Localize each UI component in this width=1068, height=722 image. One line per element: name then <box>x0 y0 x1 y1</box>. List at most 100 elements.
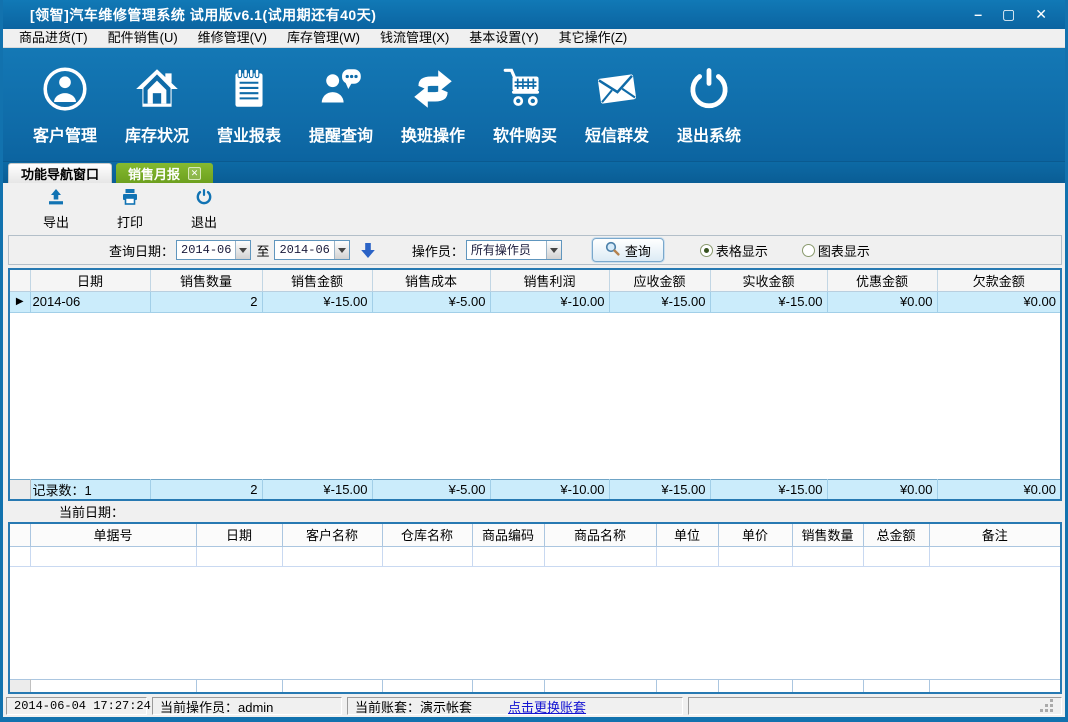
menu-item-parts-sales[interactable]: 配件销售(U) <box>98 29 188 47</box>
status-current-operator: 当前操作员：admin <box>152 697 342 715</box>
chevron-down-icon[interactable] <box>545 241 561 259</box>
status-account-panel: 当前账套：演示帐套 点击更换账套 <box>347 697 683 715</box>
toolbar-shift-change[interactable]: 换班操作 <box>387 58 479 146</box>
toolbar-sms-broadcast[interactable]: 短信群发 <box>571 58 663 146</box>
chevron-down-icon[interactable] <box>333 241 349 259</box>
export-icon <box>46 188 66 211</box>
maximize-icon[interactable]: ▢ <box>1002 0 1015 29</box>
column-header[interactable]: 总金额 <box>863 524 930 547</box>
window-controls: – ▢ ✕ <box>974 0 1065 29</box>
search-button[interactable]: 查询 <box>591 238 664 262</box>
tab-sales-monthly-report[interactable]: 销售月报 ✕ <box>116 163 214 183</box>
display-mode-group: 表格显示 图表显示 <box>699 241 870 260</box>
detail-table-header: 单据号 日期 客户名称 仓库名称 商品编码 商品名称 单位 单价 销售数量 总金… <box>10 524 1060 567</box>
column-header[interactable]: 销售数量 <box>792 524 864 547</box>
column-header[interactable]: 商品名称 <box>544 524 657 547</box>
header-marker-cell <box>10 270 31 292</box>
monthly-table-header: 日期 销售数量 销售金额 销售成本 销售利润 应收金额 实收金额 优惠金额 欠款… <box>10 270 1060 313</box>
column-header[interactable]: 应收金额 <box>609 270 711 292</box>
print-button[interactable]: 打印 <box>113 188 147 231</box>
current-date-bar: 当前日期： <box>3 501 1065 522</box>
sync-arrows-icon <box>408 58 458 120</box>
operator-label: 操作员： <box>411 243 464 259</box>
column-header[interactable]: 销售数量 <box>150 270 263 292</box>
exit-button[interactable]: 退出 <box>187 188 221 231</box>
switch-account-link[interactable]: 点击更换账套 <box>508 697 586 716</box>
menu-bar: 商品进货(T) 配件销售(U) 维修管理(V) 库存管理(W) 钱流管理(X) … <box>3 29 1065 48</box>
radio-unselected-icon <box>801 243 815 257</box>
title-bar: [领智]汽车维修管理系统 试用版v6.1(试用期还有40天) – ▢ ✕ <box>3 0 1065 29</box>
menu-item-goods-purchase[interactable]: 商品进货(T) <box>9 29 98 47</box>
toolbar-inventory-status[interactable]: 库存状况 <box>111 58 203 146</box>
column-header[interactable]: 销售金额 <box>262 270 373 292</box>
report-toolbar: 导出 打印 退出 <box>3 183 1065 235</box>
column-header[interactable]: 备注 <box>929 524 1060 547</box>
detail-table: 单据号 日期 客户名称 仓库名称 商品编码 商品名称 单位 单价 销售数量 总金… <box>8 522 1062 694</box>
blue-down-arrow-icon[interactable] <box>360 242 376 259</box>
minimize-icon[interactable]: – <box>974 0 982 29</box>
power-icon <box>684 58 734 120</box>
footer-row <box>10 678 1060 692</box>
current-date-label: 当前日期： <box>59 505 125 520</box>
print-icon <box>120 188 140 211</box>
column-header[interactable]: 商品编码 <box>472 524 545 547</box>
table-empty-area <box>10 566 1060 679</box>
column-header[interactable]: 日期 <box>196 524 283 547</box>
status-current-account: 当前账套：演示帐套 <box>355 699 473 715</box>
empty-row <box>10 546 1060 567</box>
menu-item-other-ops[interactable]: 其它操作(Z) <box>549 29 638 47</box>
column-header[interactable]: 单位 <box>656 524 719 547</box>
column-header[interactable]: 客户名称 <box>282 524 383 547</box>
tab-close-icon[interactable]: ✕ <box>188 166 202 180</box>
menu-item-basic-settings[interactable]: 基本设置(Y) <box>459 29 548 47</box>
radio-chart-display[interactable]: 图表显示 <box>801 241 870 260</box>
tab-function-navigation[interactable]: 功能导航窗口 <box>8 163 113 183</box>
date-from-select[interactable]: 2014-06 <box>176 240 252 260</box>
tab-strip: 功能导航窗口 销售月报 ✕ <box>3 162 1065 183</box>
home-icon <box>132 58 182 120</box>
app-window: [领智]汽车维修管理系统 试用版v6.1(试用期还有40天) – ▢ ✕ 商品进… <box>0 0 1068 722</box>
column-header[interactable]: 单据号 <box>30 524 197 547</box>
resize-grip[interactable] <box>1041 700 1053 712</box>
menu-item-repair-mgmt[interactable]: 维修管理(V) <box>188 29 277 47</box>
column-header[interactable]: 实收金额 <box>710 270 828 292</box>
column-header[interactable]: 日期 <box>30 270 151 292</box>
to-label: 至 <box>256 243 270 259</box>
monthly-report-table: 日期 销售数量 销售金额 销售成本 销售利润 应收金额 实收金额 优惠金额 欠款… <box>8 268 1062 501</box>
report-panel: 导出 打印 退出 查询日期： 2014-06 至 2014-06 操作员： 所有… <box>3 183 1065 717</box>
toolbar-business-report[interactable]: 营业报表 <box>203 58 295 146</box>
menu-item-inventory-mgmt[interactable]: 库存管理(W) <box>277 29 370 47</box>
chevron-down-icon[interactable] <box>235 241 251 259</box>
column-header[interactable]: 单价 <box>718 524 793 547</box>
status-empty-panel <box>688 697 1062 715</box>
table-row[interactable]: ▶ 2014-06 2 ¥-15.00 ¥-5.00 ¥-10.00 ¥-15.… <box>10 291 1060 313</box>
exit-power-icon <box>194 188 214 211</box>
record-count: 记录数：1 <box>30 479 151 499</box>
mail-envelope-icon <box>592 58 642 120</box>
search-icon <box>605 241 620 259</box>
close-icon[interactable]: ✕ <box>1035 0 1047 29</box>
radio-table-display[interactable]: 表格显示 <box>699 241 768 260</box>
date-to-select[interactable]: 2014-06 <box>274 240 350 260</box>
column-header[interactable]: 销售利润 <box>490 270 610 292</box>
person-chat-icon <box>316 58 366 120</box>
row-indicator-icon: ▶ <box>10 291 31 313</box>
status-bar: 2014-06-04 17:27:24 当前操作员：admin 当前账套：演示帐… <box>3 695 1065 717</box>
export-button[interactable]: 导出 <box>39 188 73 231</box>
main-toolbar: 客户管理 库存状况 营业报表 提醒查询 换班操作 软件购买 短信群发 退出系统 <box>3 48 1065 162</box>
toolbar-reminder-query[interactable]: 提醒查询 <box>295 58 387 146</box>
column-header[interactable]: 优惠金额 <box>827 270 938 292</box>
toolbar-customer-mgmt[interactable]: 客户管理 <box>19 58 111 146</box>
column-header[interactable]: 销售成本 <box>372 270 491 292</box>
column-header[interactable]: 欠款金额 <box>937 270 1060 292</box>
monthly-table-summary: 记录数：1 2 ¥-15.00 ¥-5.00 ¥-10.00 ¥-15.00 ¥… <box>10 479 1060 499</box>
window-title: [领智]汽车维修管理系统 试用版v6.1(试用期还有40天) <box>30 6 377 23</box>
column-header[interactable]: 仓库名称 <box>382 524 473 547</box>
toolbar-exit-system[interactable]: 退出系统 <box>663 58 755 146</box>
detail-table-footer <box>10 678 1060 692</box>
menu-item-cashflow-mgmt[interactable]: 钱流管理(X) <box>370 29 459 47</box>
operator-select[interactable]: 所有操作员 <box>465 240 562 260</box>
toolbar-software-purchase[interactable]: 软件购买 <box>479 58 571 146</box>
radio-selected-icon <box>699 243 713 257</box>
query-date-label: 查询日期： <box>109 243 175 259</box>
